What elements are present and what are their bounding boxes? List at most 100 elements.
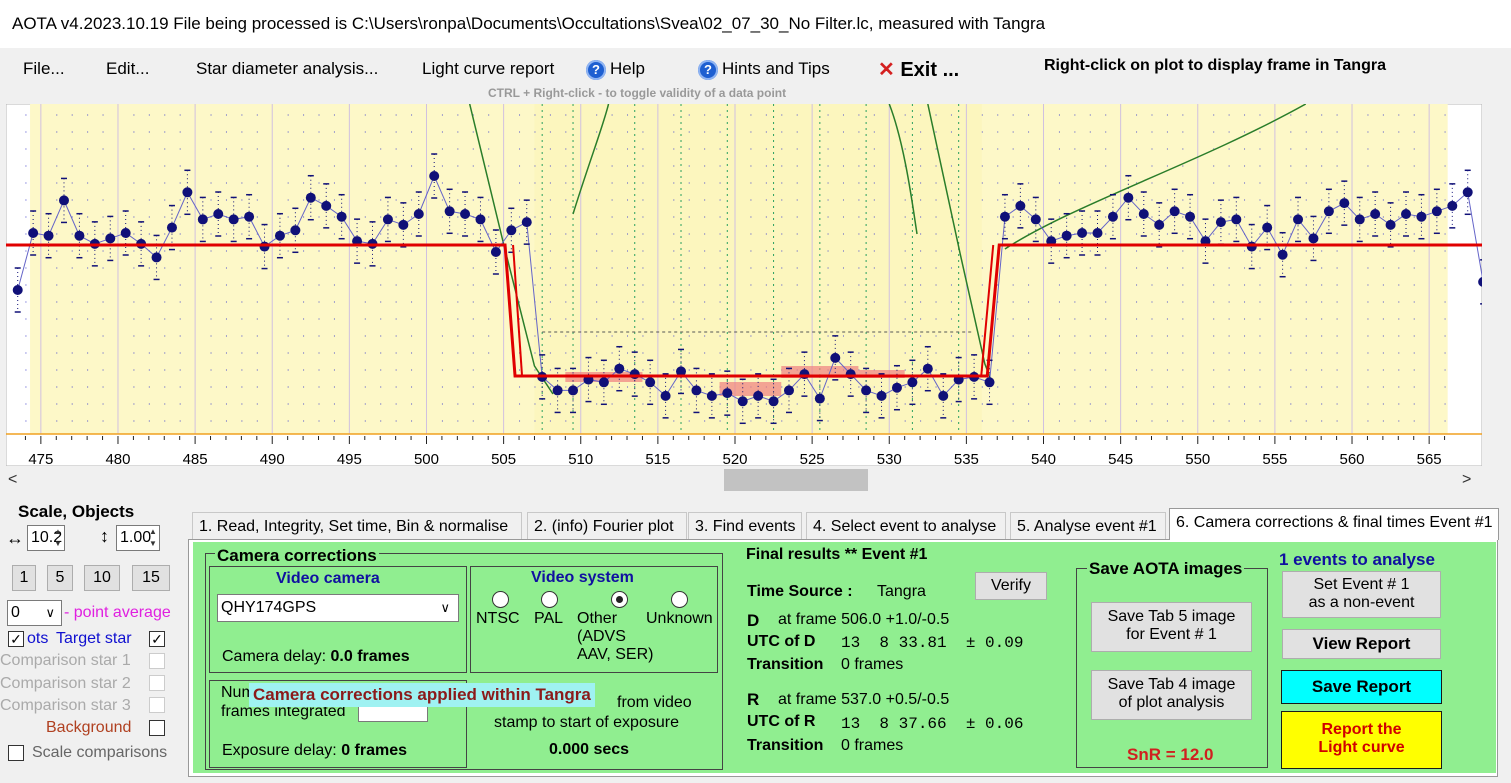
grid-dot	[225, 131, 227, 133]
grid-dot	[256, 182, 258, 184]
comparison-star-1-checkbox[interactable]	[149, 653, 165, 669]
grid-dot	[1367, 250, 1369, 252]
grid-dot	[457, 250, 459, 252]
data-point	[938, 390, 949, 401]
pal-radio[interactable]	[541, 591, 558, 608]
grid-dot	[1305, 267, 1307, 269]
grid-dot	[333, 301, 335, 303]
grid-dot	[1398, 165, 1400, 167]
horizontal-scrollbar-thumb[interactable]	[724, 469, 868, 491]
view-report-button[interactable]: View Report	[1282, 629, 1441, 659]
menu-edit[interactable]: Edit...	[106, 59, 149, 79]
grid-dot	[611, 131, 613, 133]
grid-dot	[210, 335, 212, 337]
grid-dot	[827, 386, 829, 388]
spinner-icon[interactable]: ▲ ▼	[147, 526, 159, 550]
grid-dot	[225, 403, 227, 405]
grid-dot	[1058, 182, 1060, 184]
grid-dot	[565, 318, 567, 320]
grid-dot	[133, 114, 135, 116]
grid-dot	[1028, 420, 1030, 422]
data-point	[1107, 211, 1118, 222]
grid-dot	[472, 403, 474, 405]
grid-dot	[596, 403, 598, 405]
menu-light-curve-report[interactable]: Light curve report	[422, 59, 554, 79]
grid-dot	[673, 403, 675, 405]
grid-dot	[842, 301, 844, 303]
tab-select-event[interactable]: 4. Select event to analyse	[806, 512, 1006, 539]
grid-dot	[1290, 386, 1292, 388]
grid-dot	[303, 216, 305, 218]
grid-dot	[1336, 369, 1338, 371]
menu-star-diameter[interactable]: Star diameter analysis...	[196, 59, 378, 79]
grid-dot	[395, 420, 397, 422]
background-checkbox[interactable]	[149, 720, 165, 736]
point-average-select[interactable]: 0 ∨	[7, 600, 62, 626]
grid-dot	[1058, 403, 1060, 405]
grid-dot	[1228, 233, 1230, 235]
menu-file[interactable]: File...	[23, 59, 65, 79]
grid-dot	[488, 420, 490, 422]
grid-dot	[1105, 403, 1107, 405]
vertical-scale-input[interactable]: 1.00 ▲ ▼	[116, 525, 160, 551]
grid-dot	[704, 386, 706, 388]
comparison-star-2-checkbox[interactable]	[149, 675, 165, 691]
camera-select[interactable]: QHY174GPS ∨	[217, 594, 459, 622]
tab-read-integrity[interactable]: 1. Read, Integrity, Set time, Bin & norm…	[192, 512, 522, 539]
tab-find-events[interactable]: 3. Find events	[688, 512, 802, 539]
scroll-left-arrow-icon[interactable]: <	[8, 471, 17, 489]
dots-checkbox[interactable]: ✓	[8, 631, 24, 647]
grid-dot	[1382, 403, 1384, 405]
grid-dot	[596, 369, 598, 371]
set-non-event-button[interactable]: Set Event # 1 as a non-event	[1282, 571, 1441, 618]
grid-dot	[1259, 335, 1261, 337]
scroll-right-arrow-icon[interactable]: >	[1462, 471, 1471, 489]
grid-dot	[1321, 131, 1323, 133]
grid-dot	[1012, 267, 1014, 269]
spinner-icon[interactable]: ▲ ▼	[52, 526, 64, 550]
verify-button[interactable]: Verify	[975, 572, 1047, 600]
grid-dot	[1074, 335, 1076, 337]
scale-comparisons-checkbox[interactable]	[8, 745, 24, 761]
tab-analyse-event[interactable]: 5. Analyse event #1	[1010, 512, 1166, 539]
other-radio[interactable]	[611, 591, 628, 608]
transition-d-label: Transition	[747, 656, 824, 673]
grid-dot	[1444, 369, 1446, 371]
target-star-checkbox[interactable]: ✓	[149, 631, 165, 647]
scale-button-5[interactable]: 5	[47, 565, 73, 591]
grid-dot	[920, 182, 922, 184]
horizontal-scale-input[interactable]: 10.2 ▲ ▼	[27, 525, 65, 551]
save-report-button[interactable]: Save Report	[1281, 670, 1442, 704]
grid-dot	[858, 335, 860, 337]
tab-fourier-plot[interactable]: 2. (info) Fourier plot	[527, 512, 687, 539]
grid-dot	[395, 216, 397, 218]
grid-dot	[441, 335, 443, 337]
scale-button-15[interactable]: 15	[132, 565, 170, 591]
comparison-star-3-checkbox[interactable]	[149, 697, 165, 713]
scale-button-10[interactable]: 10	[84, 565, 120, 591]
menu-help[interactable]: ? Help	[586, 59, 645, 80]
unknown-radio[interactable]	[671, 591, 688, 608]
grid-dot	[596, 233, 598, 235]
report-light-curve-button[interactable]: Report the Light curve	[1281, 711, 1442, 769]
light-curve-plot[interactable]: 475 480 485 490 495 500 505 510 515 520 525 530 535 5…	[6, 104, 1482, 466]
grid-dot	[781, 250, 783, 252]
save-tab4-button[interactable]: Save Tab 4 image of plot analysis	[1091, 670, 1252, 720]
menu-hints[interactable]: ? Hints and Tips	[698, 59, 830, 80]
grid-dot	[256, 284, 258, 286]
menu-exit[interactable]: ✕ Exit ...	[878, 57, 959, 82]
grid-dot	[1182, 165, 1184, 167]
grid-dot	[87, 165, 89, 167]
grid-dot	[1105, 250, 1107, 252]
grid-dot	[704, 199, 706, 201]
grid-dot	[1336, 386, 1338, 388]
grid-dot	[935, 114, 937, 116]
grid-dot	[241, 250, 243, 252]
save-tab5-button[interactable]: Save Tab 5 image for Event # 1	[1091, 602, 1252, 652]
tab-camera-corrections[interactable]: 6. Camera corrections & final times Even…	[1169, 508, 1499, 540]
scale-button-1[interactable]: 1	[12, 565, 36, 591]
grid-dot	[827, 284, 829, 286]
grid-dot	[164, 420, 166, 422]
grid-dot	[380, 182, 382, 184]
ntsc-radio[interactable]	[492, 591, 509, 608]
